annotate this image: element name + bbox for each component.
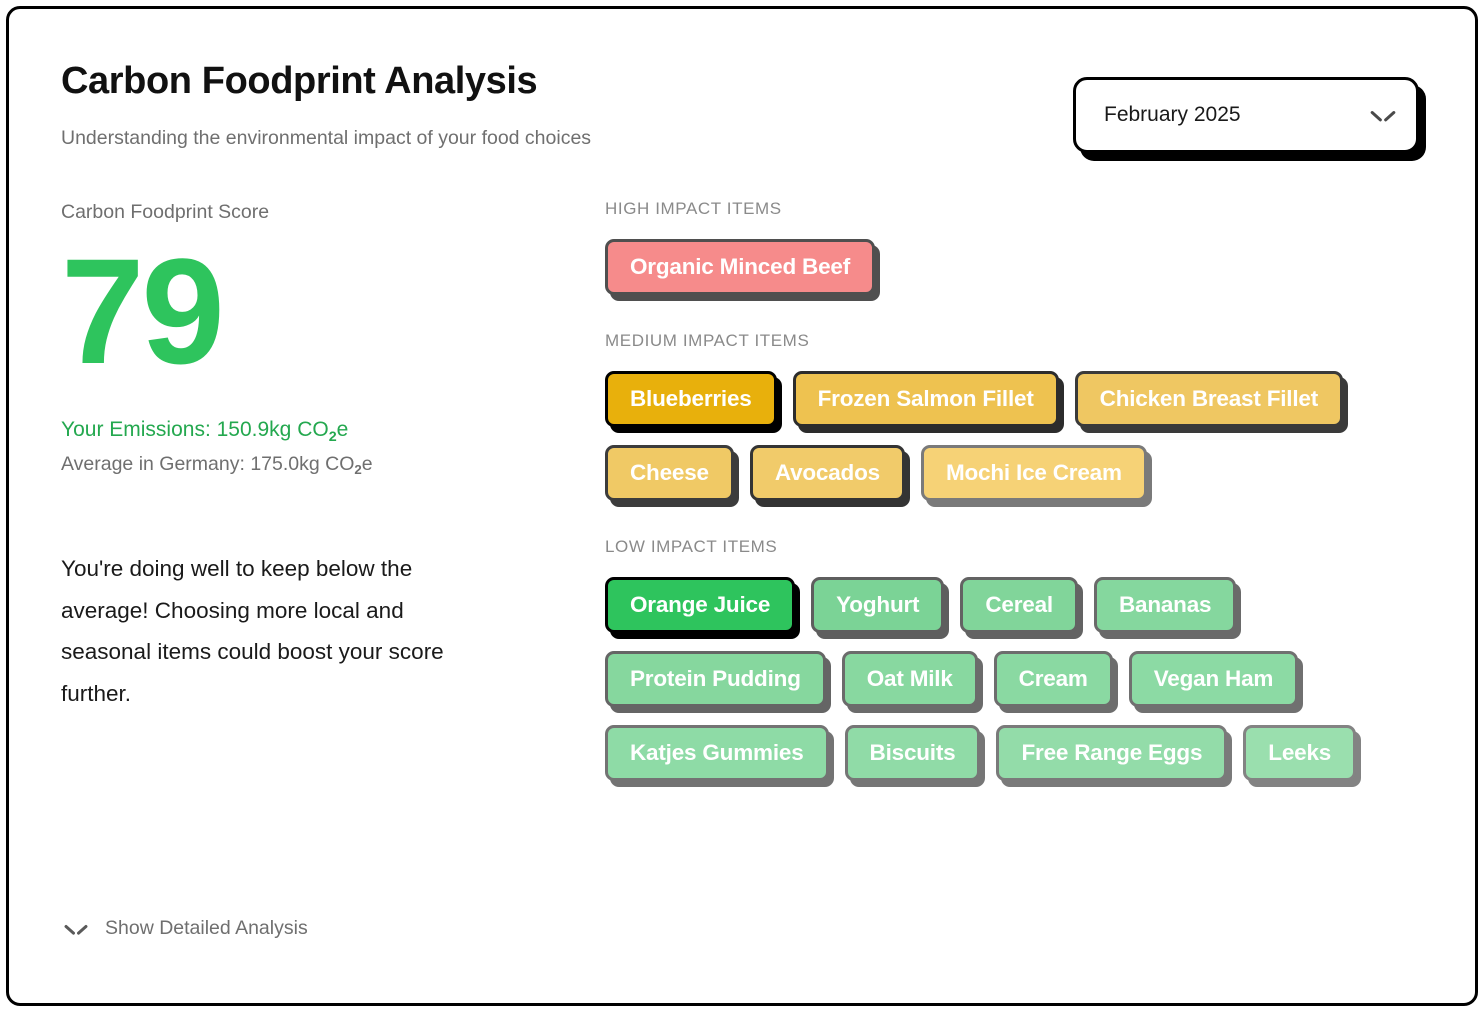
food-item-chip[interactable]: Biscuits <box>844 725 981 781</box>
impact-group: HIGH IMPACT ITEMS Organic Minced Beef <box>605 199 1435 295</box>
chevron-down-icon <box>65 923 87 935</box>
month-select-container: February 2025 <box>1073 77 1425 161</box>
food-item-chip[interactable]: Cream <box>993 651 1113 707</box>
average-emissions: Average in Germany: 175.0kg CO2e <box>61 453 561 478</box>
food-item-chip[interactable]: Yoghurt <box>811 577 945 633</box>
food-item-chip[interactable]: Orange Juice <box>605 577 796 633</box>
score-value: 79 <box>61 227 225 395</box>
score-label: Carbon Foodprint Score <box>61 201 270 223</box>
food-item-chip[interactable]: Leeks <box>1243 725 1357 781</box>
impact-group-title: MEDIUM IMPACT ITEMS <box>605 331 810 350</box>
food-item-chip[interactable]: Blueberries <box>605 371 777 427</box>
food-item-chip[interactable]: Avocados <box>749 445 905 501</box>
impact-chip-row: Organic Minced Beef <box>605 239 1435 295</box>
advice-text: You're doing well to keep below the aver… <box>61 556 444 706</box>
impact-group-title: LOW IMPACT ITEMS <box>605 537 778 556</box>
average-emissions-prefix: Average in Germany: 175.0kg CO <box>61 453 355 475</box>
score-panel: Carbon Foodprint Score 79 Your Emissions… <box>61 201 561 715</box>
food-item-chip[interactable]: Mochi Ice Cream <box>920 445 1147 501</box>
impact-group: MEDIUM IMPACT ITEMS Blueberries Frozen Sal… <box>605 331 1435 501</box>
your-emissions-subscript: 2 <box>328 428 337 445</box>
impact-groups: HIGH IMPACT ITEMS Organic Minced Beef MEDI… <box>605 199 1435 817</box>
impact-chip-row: Blueberries Frozen Salmon Fillet Chicken B… <box>605 371 1435 501</box>
food-item-chip[interactable]: Frozen Salmon Fillet <box>792 371 1059 427</box>
average-emissions-suffix: e <box>361 453 373 475</box>
your-emissions-suffix: e <box>336 418 349 441</box>
show-detailed-analysis-toggle[interactable]: Show Detailed Analysis <box>65 917 308 940</box>
impact-chip-row: Orange Juice Yoghurt Cereal Bananas Protein … <box>605 577 1435 781</box>
impact-group: LOW IMPACT ITEMS Orange Juice Yoghurt Cerea… <box>605 537 1435 781</box>
month-select-value: February 2025 <box>1104 103 1241 126</box>
food-item-chip[interactable]: Vegan Ham <box>1128 651 1299 707</box>
your-emissions: Your Emissions: 150.9kg CO2e <box>61 418 561 445</box>
food-item-chip[interactable]: Protein Pudding <box>605 651 826 707</box>
food-item-chip[interactable]: Bananas <box>1093 577 1237 633</box>
show-detailed-analysis-label: Show Detailed Analysis <box>105 917 308 939</box>
food-item-chip[interactable]: Oat Milk <box>841 651 978 707</box>
average-emissions-subscript: 2 <box>354 462 362 478</box>
food-item-chip[interactable]: Cereal <box>960 577 1078 633</box>
carbon-analysis-card: Carbon Foodprint Analysis Understanding … <box>6 6 1478 1006</box>
impact-group-title: HIGH IMPACT ITEMS <box>605 199 782 218</box>
food-item-chip[interactable]: Organic Minced Beef <box>605 239 876 295</box>
chevron-down-icon <box>1372 109 1394 122</box>
food-item-chip[interactable]: Chicken Breast Fillet <box>1074 371 1344 427</box>
month-select[interactable]: February 2025 <box>1073 77 1419 153</box>
food-item-chip[interactable]: Cheese <box>605 445 734 501</box>
food-item-chip[interactable]: Katjes Gummies <box>605 725 829 781</box>
food-item-chip[interactable]: Free Range Eggs <box>996 725 1228 781</box>
your-emissions-prefix: Your Emissions: 150.9kg CO <box>61 418 329 441</box>
